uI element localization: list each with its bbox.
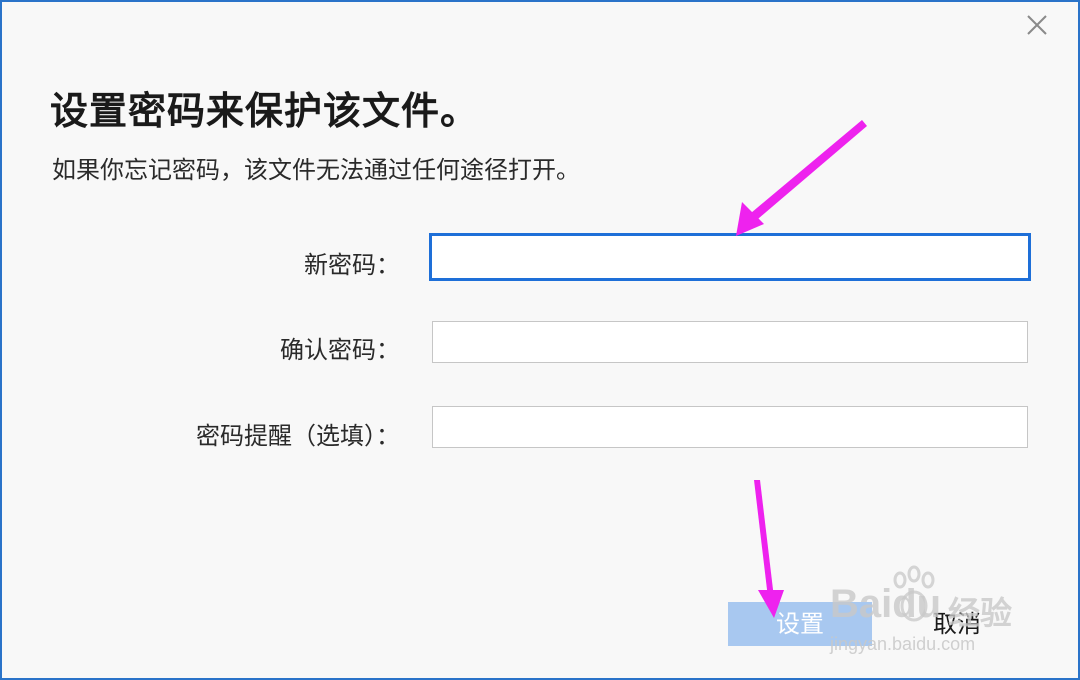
arrow-head-top xyxy=(736,202,764,236)
arrow-shaft-top xyxy=(745,120,867,224)
set-password-dialog: 设置密码来保护该文件。 如果你忘记密码，该文件无法通过任何途径打开。 新密码： … xyxy=(0,0,1080,680)
password-hint-label: 密码提醒（选填）： xyxy=(196,422,400,450)
new-password-label: 新密码： xyxy=(304,251,400,279)
confirm-password-input[interactable] xyxy=(432,321,1028,363)
password-hint-input[interactable] xyxy=(432,406,1028,448)
set-button[interactable]: 设置 xyxy=(728,602,872,646)
close-button[interactable] xyxy=(1024,12,1050,38)
cancel-button[interactable]: 取消 xyxy=(884,602,1030,646)
confirm-password-label: 确认密码： xyxy=(280,336,400,364)
close-icon xyxy=(1027,15,1047,35)
dialog-subtitle: 如果你忘记密码，该文件无法通过任何途径打开。 xyxy=(52,156,580,184)
dialog-title: 设置密码来保护该文件。 xyxy=(50,89,480,133)
arrow-shaft-bottom xyxy=(754,480,774,598)
new-password-input[interactable] xyxy=(429,233,1031,281)
